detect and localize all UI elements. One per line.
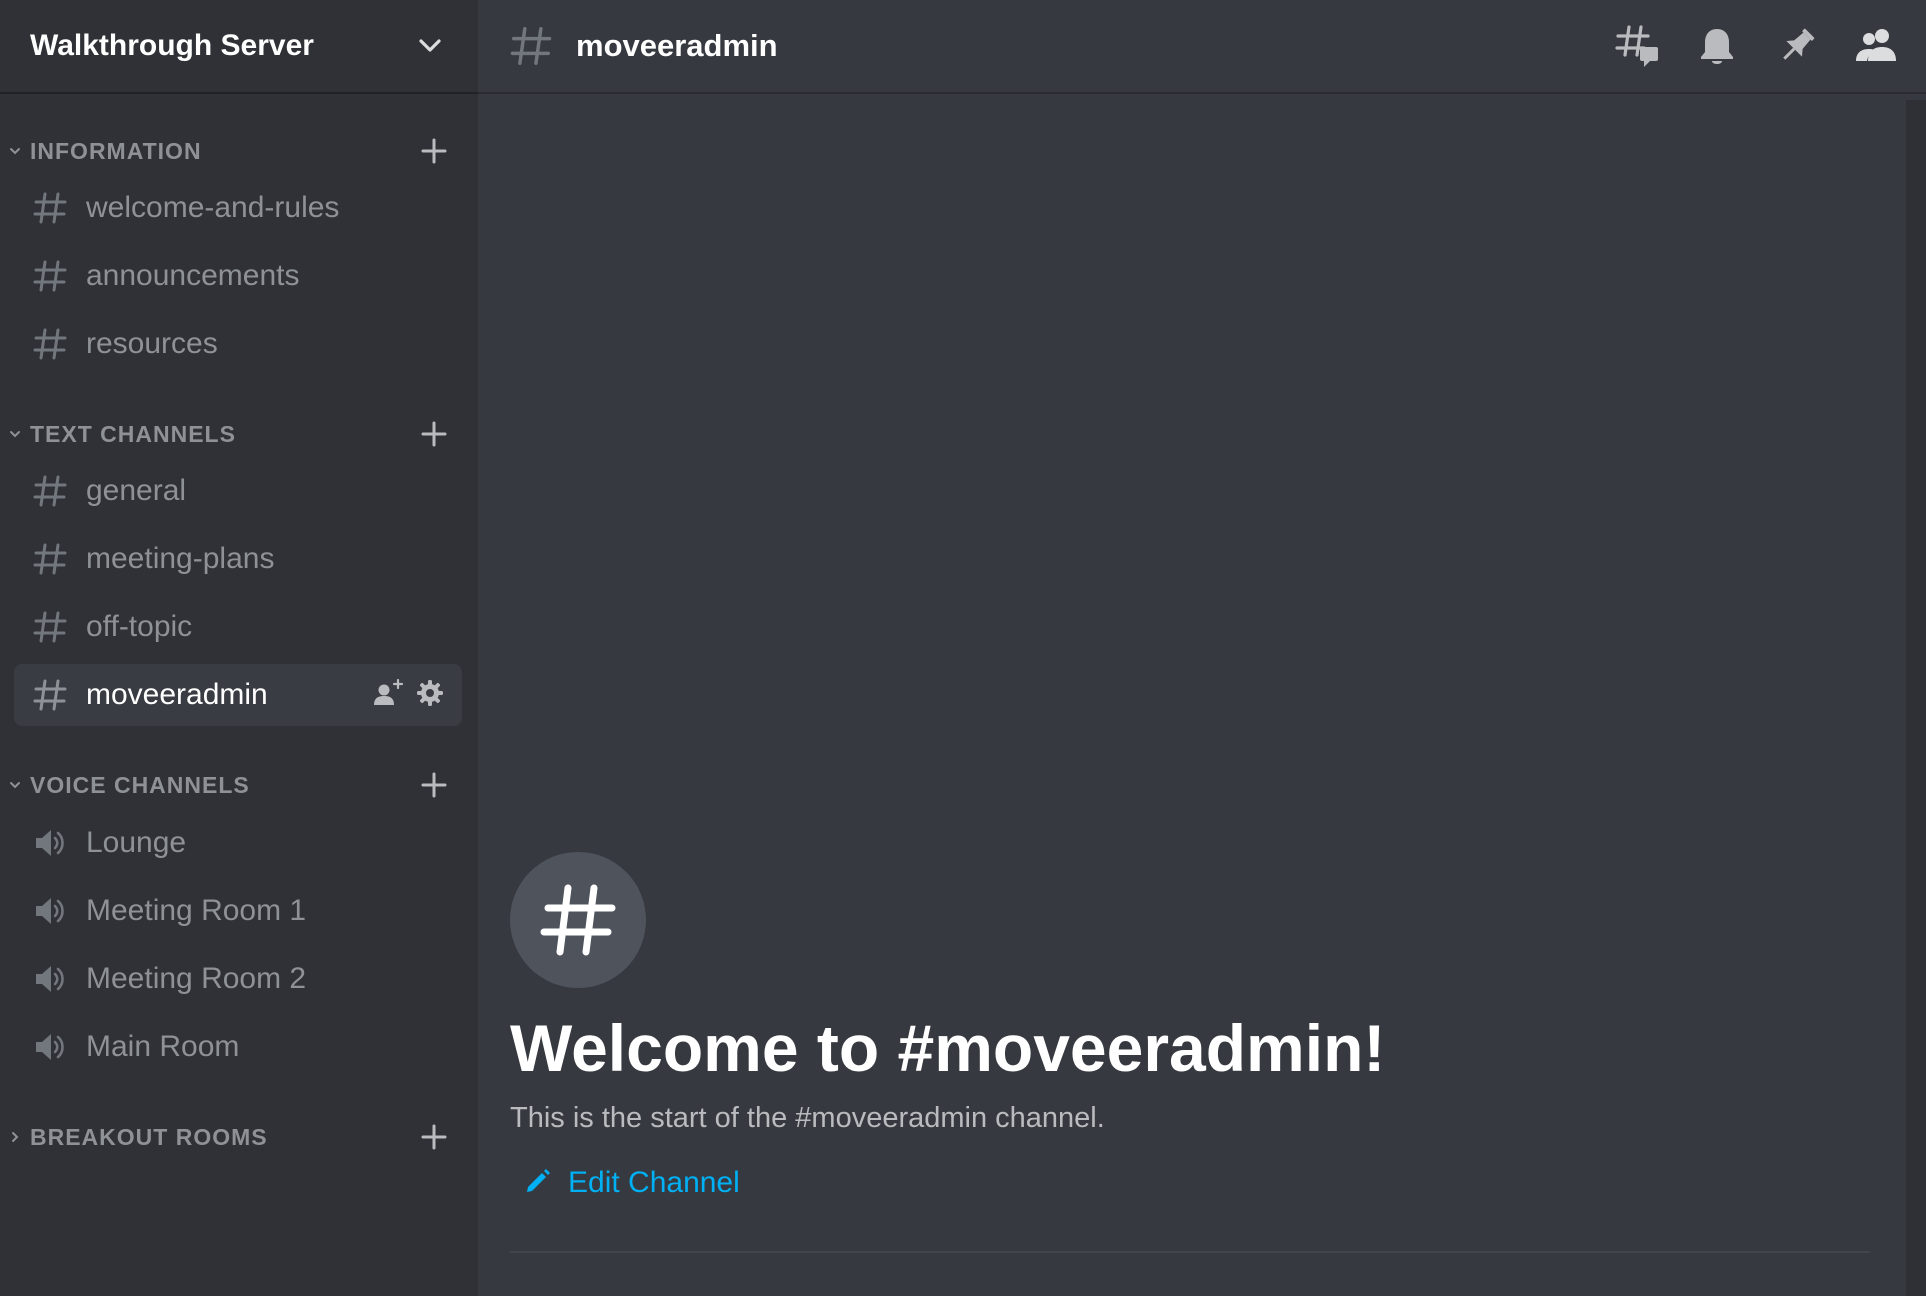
threads-icon[interactable]: [1614, 23, 1660, 69]
plus-icon[interactable]: [412, 412, 456, 456]
channel-item-meeting-room-2[interactable]: Meeting Room 2: [14, 948, 462, 1010]
hash-icon: [32, 190, 68, 226]
hash-icon: [32, 258, 68, 294]
channel-name: meeting-plans: [86, 542, 275, 575]
channel-name: Main Room: [86, 1030, 240, 1063]
channel-avatar: [510, 852, 646, 988]
chevron-down-icon[interactable]: [0, 778, 30, 792]
chevron-down-icon[interactable]: [0, 427, 30, 441]
edit-channel-label: Edit Channel: [568, 1166, 740, 1199]
members-icon[interactable]: [1854, 23, 1900, 69]
speaker-icon: [32, 961, 68, 997]
channel-item-moveeradmin[interactable]: moveeradmin: [14, 664, 462, 726]
channel-sidebar: Walkthrough Server INFORMATION welcome-a…: [0, 0, 478, 1296]
speaker-icon: [32, 893, 68, 929]
channel-name: general: [86, 474, 187, 507]
category-label: VOICE CHANNELS: [30, 771, 250, 798]
channel-item-main-room[interactable]: Main Room: [14, 1016, 462, 1078]
plus-icon[interactable]: [412, 129, 456, 173]
channel-name: Lounge: [86, 826, 187, 859]
scrollbar[interactable]: [1906, 100, 1926, 1296]
chat-area: moveeradmin Welcome to #moveeradmin! Thi…: [478, 0, 1926, 1296]
divider: [510, 1251, 1870, 1253]
channel-item-meeting-room-1[interactable]: Meeting Room 1: [14, 880, 462, 942]
channel-item-general[interactable]: general: [14, 460, 462, 522]
channel-name: Meeting Room 2: [86, 962, 307, 995]
discord-app: Walkthrough Server INFORMATION welcome-a…: [0, 0, 1926, 1296]
hash-icon: [510, 25, 552, 67]
category-text-channels[interactable]: TEXT CHANNELS: [0, 414, 478, 454]
channel-name: resources: [86, 327, 218, 360]
hash-icon: [32, 473, 68, 509]
channel-item-announcements[interactable]: announcements: [14, 245, 462, 307]
channel-item-off-topic[interactable]: off-topic: [14, 596, 462, 658]
bell-icon[interactable]: [1694, 23, 1740, 69]
hash-icon: [32, 677, 68, 713]
plus-icon[interactable]: [412, 1115, 456, 1159]
channel-name: announcements: [86, 259, 300, 292]
category-label: BREAKOUT ROOMS: [30, 1123, 268, 1150]
welcome-subtitle: This is the start of the #moveeradmin ch…: [510, 1102, 1105, 1134]
chevron-down-icon[interactable]: [0, 144, 30, 158]
edit-channel-link[interactable]: Edit Channel: [524, 1166, 740, 1200]
category-label: TEXT CHANNELS: [30, 420, 236, 447]
category-information[interactable]: INFORMATION: [0, 131, 478, 171]
channel-title: moveeradmin: [576, 28, 778, 63]
server-header[interactable]: Walkthrough Server: [0, 0, 478, 94]
speaker-icon: [32, 1029, 68, 1065]
hash-icon: [32, 326, 68, 362]
pin-icon[interactable]: [1774, 23, 1820, 69]
category-label: INFORMATION: [30, 137, 202, 164]
speaker-icon: [32, 825, 68, 861]
hash-icon: [32, 541, 68, 577]
category-breakout-rooms[interactable]: BREAKOUT ROOMS: [0, 1117, 478, 1157]
channel-item-resources[interactable]: resources: [14, 313, 462, 375]
channel-name: Meeting Room 1: [86, 894, 307, 927]
channel-item-meeting-plans[interactable]: meeting-plans: [14, 528, 462, 590]
channel-name: welcome-and-rules: [86, 191, 340, 224]
chevron-down-icon[interactable]: [416, 32, 444, 60]
channel-header: moveeradmin: [478, 0, 1926, 94]
invite-member-icon[interactable]: [372, 677, 404, 714]
channel-actions: [372, 677, 444, 714]
channel-item-welcome-and-rules[interactable]: welcome-and-rules: [14, 177, 462, 239]
channel-name: moveeradmin: [86, 678, 268, 711]
server-name: Walkthrough Server: [30, 29, 314, 62]
pencil-icon: [524, 1167, 552, 1200]
category-voice-channels[interactable]: VOICE CHANNELS: [0, 765, 478, 805]
hash-icon: [540, 884, 616, 956]
gear-icon[interactable]: [416, 679, 444, 712]
header-toolbar: [1614, 23, 1900, 69]
plus-icon[interactable]: [412, 763, 456, 807]
channel-item-lounge[interactable]: Lounge: [14, 812, 462, 874]
hash-icon: [32, 609, 68, 645]
channel-name: off-topic: [86, 610, 193, 643]
welcome-title: Welcome to #moveeradmin!: [510, 1011, 1386, 1085]
chevron-right-icon[interactable]: [0, 1130, 30, 1144]
